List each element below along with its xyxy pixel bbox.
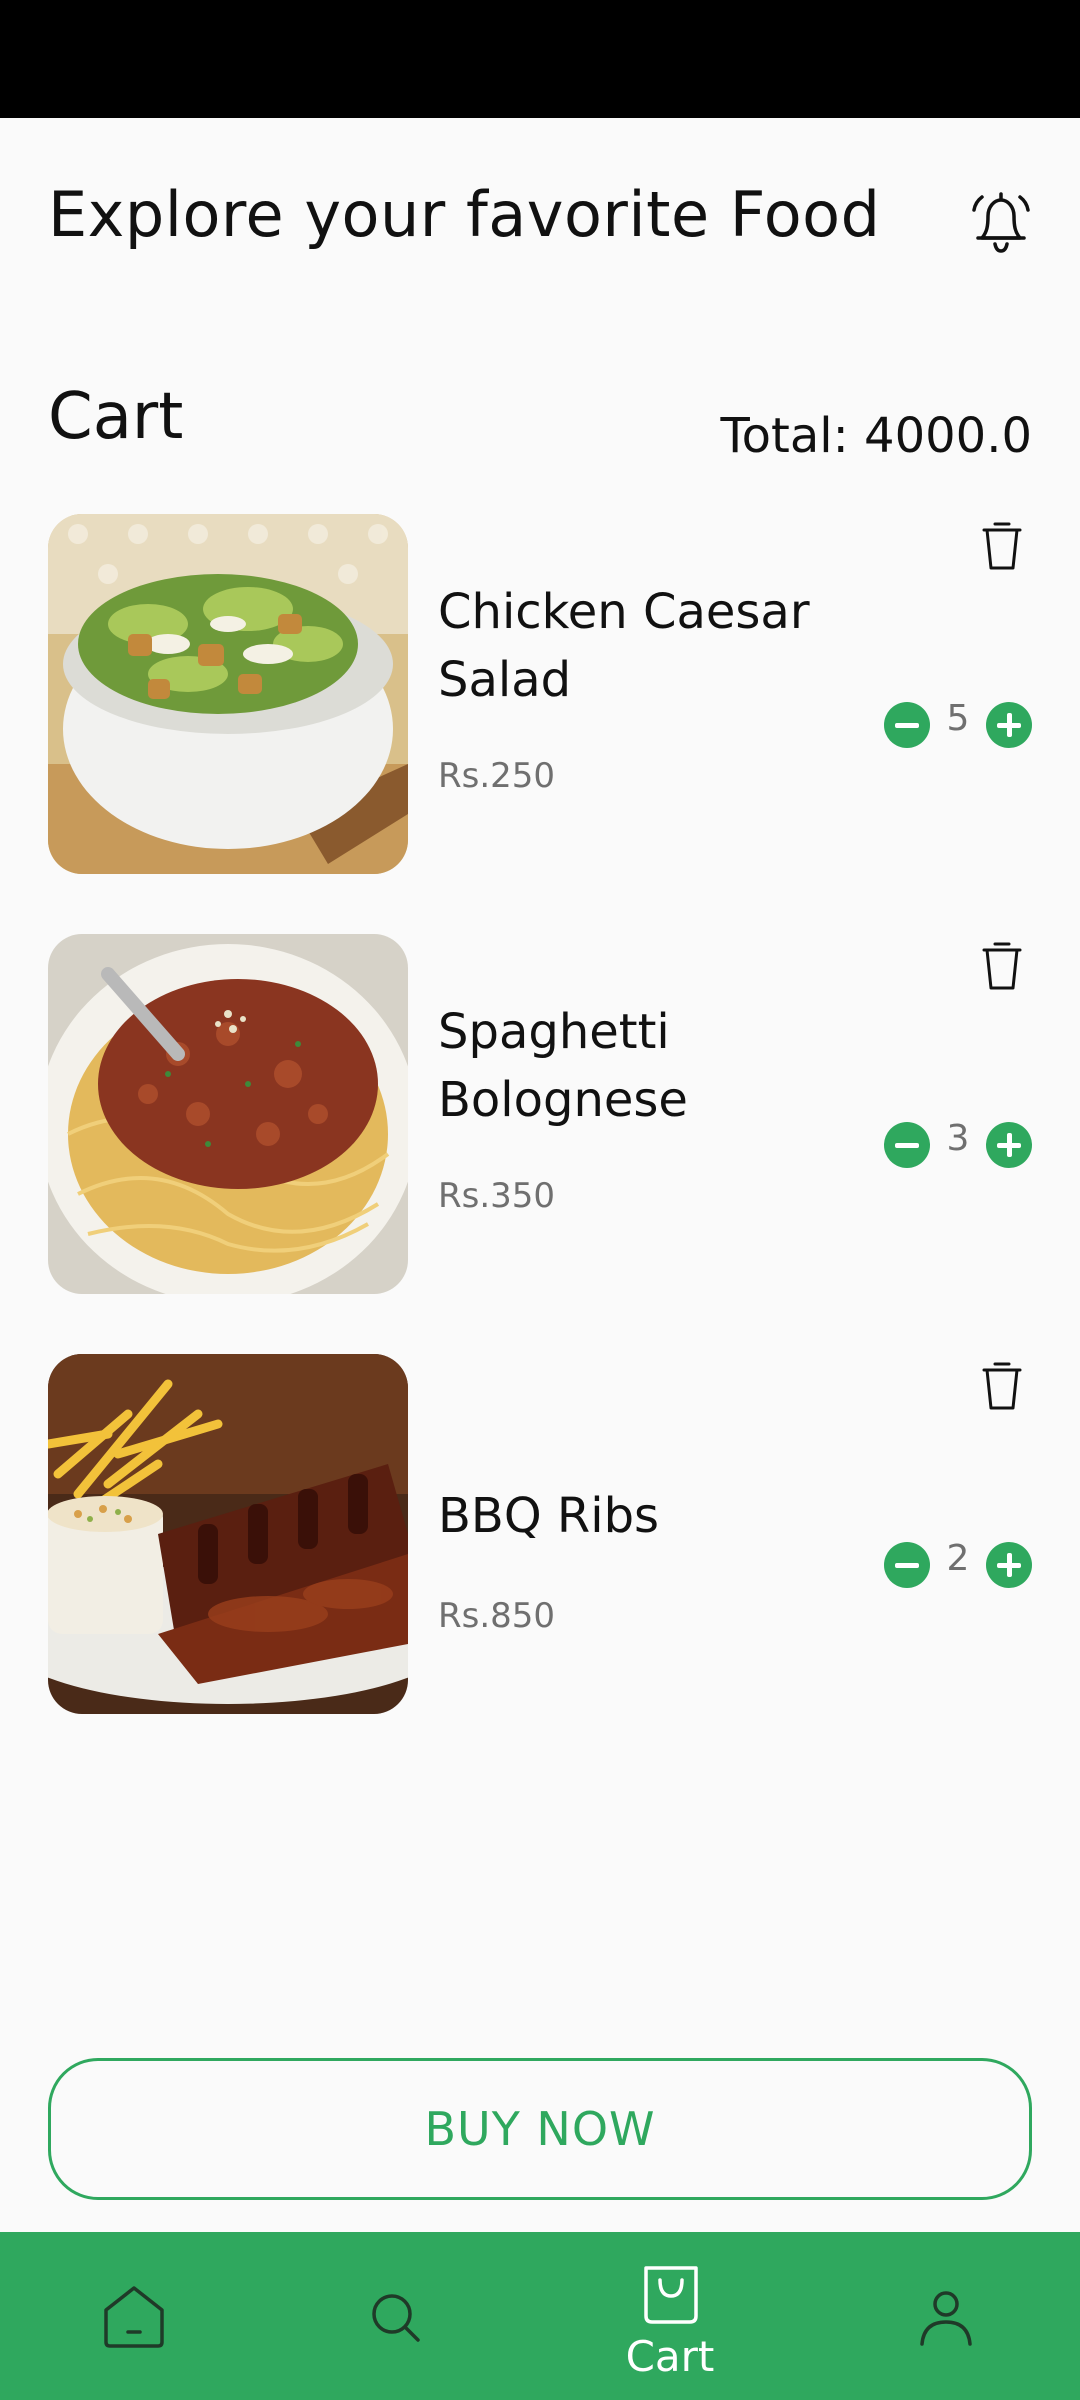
bottom-nav: Cart [0, 2232, 1080, 2400]
nav-search[interactable] [340, 2232, 450, 2400]
quantity-value: 2 [946, 1538, 970, 1579]
buy-now-button[interactable]: BUY NOW [48, 2058, 1032, 2200]
bell-icon[interactable] [970, 188, 1032, 258]
quantity-stepper: 3 [884, 1118, 1032, 1172]
trash-icon[interactable] [980, 518, 1024, 572]
item-price: Rs.350 [438, 1176, 556, 1216]
minus-icon[interactable] [884, 1122, 930, 1168]
profile-icon [920, 2291, 972, 2346]
minus-icon[interactable] [884, 1542, 930, 1588]
home-icon [104, 2286, 164, 2348]
quantity-stepper: 2 [884, 1538, 1032, 1592]
shopping-bag-icon [644, 2266, 698, 2324]
nav-home[interactable] [80, 2232, 190, 2400]
plus-icon[interactable] [986, 1122, 1032, 1168]
nav-cart-label: Cart [625, 2332, 715, 2381]
cart-item: BBQ Ribs Rs.850 2 [48, 1354, 1032, 1714]
status-bar [0, 0, 1080, 118]
cart-total: Total: 4000.0 [720, 408, 1032, 464]
quantity-value: 5 [946, 698, 970, 739]
header: Explore your favorite Food [48, 170, 1032, 260]
item-name: Chicken Caesar Salad [438, 584, 810, 708]
trash-icon[interactable] [980, 1358, 1024, 1412]
quantity-value: 3 [946, 1118, 970, 1159]
item-price: Rs.250 [438, 756, 556, 796]
item-price: Rs.850 [438, 1596, 556, 1636]
cart-item: Chicken Caesar Salad Rs.250 5 [48, 514, 1032, 874]
bbq-ribs-image [48, 1354, 408, 1714]
chicken-caesar-salad-image [48, 514, 408, 874]
nav-profile[interactable] [890, 2232, 1000, 2400]
cart-title: Cart [48, 380, 184, 454]
trash-icon[interactable] [980, 938, 1024, 992]
minus-icon[interactable] [884, 702, 930, 748]
search-icon [372, 2294, 420, 2342]
nav-cart[interactable]: Cart [590, 2232, 750, 2400]
plus-icon[interactable] [986, 702, 1032, 748]
plus-icon[interactable] [986, 1542, 1032, 1588]
page-title: Explore your favorite Food [48, 178, 881, 251]
spaghetti-bolognese-image [48, 934, 408, 1294]
item-name: BBQ Ribs [438, 1488, 660, 1544]
cart-item: Spaghetti Bolognese Rs.350 3 [48, 934, 1032, 1294]
item-name: Spaghetti Bolognese [438, 1004, 688, 1128]
quantity-stepper: 5 [884, 698, 1032, 752]
